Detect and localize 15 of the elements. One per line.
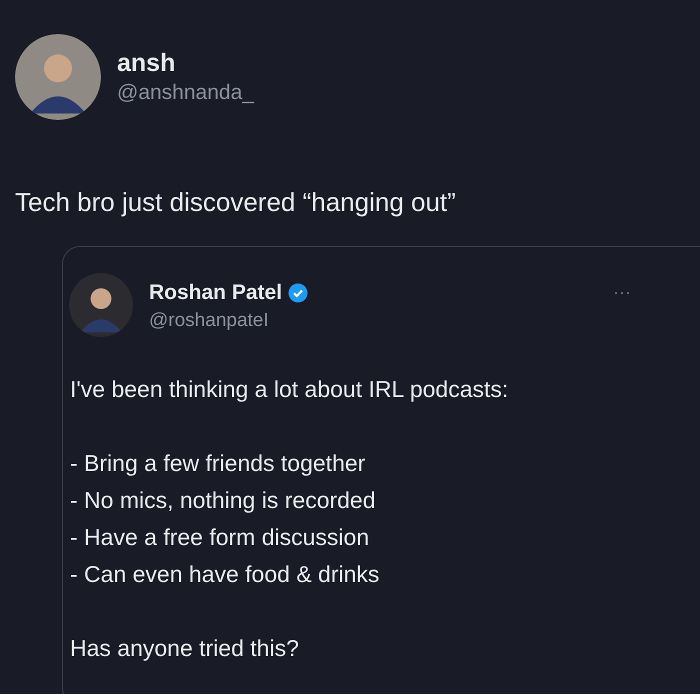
author-handle[interactable]: @anshnanda_ xyxy=(117,79,254,107)
post-text: Tech bro just discovered “hanging out” xyxy=(14,186,457,218)
list-line: - No mics, nothing is recorded xyxy=(70,486,377,515)
list-line: - Bring a few friends together xyxy=(70,449,366,478)
quoted-author-name[interactable]: Roshan Patel xyxy=(149,279,282,307)
quoted-author-handle[interactable]: @roshanpateI xyxy=(149,307,308,335)
author-name[interactable]: ansh xyxy=(117,47,254,79)
quoted-closing-text: Has anyone tried this? xyxy=(70,634,300,663)
avatar-icon[interactable] xyxy=(15,34,101,120)
quoted-post-card[interactable] xyxy=(62,246,700,694)
avatar-icon[interactable] xyxy=(69,273,133,337)
list-line: - Can even have food & drinks xyxy=(70,560,380,589)
list-line: - Have a free form discussion xyxy=(70,523,370,552)
more-options[interactable]: ··· xyxy=(613,279,631,306)
quoted-intro-text: I've been thinking a lot about IRL podcasts: xyxy=(70,375,510,404)
